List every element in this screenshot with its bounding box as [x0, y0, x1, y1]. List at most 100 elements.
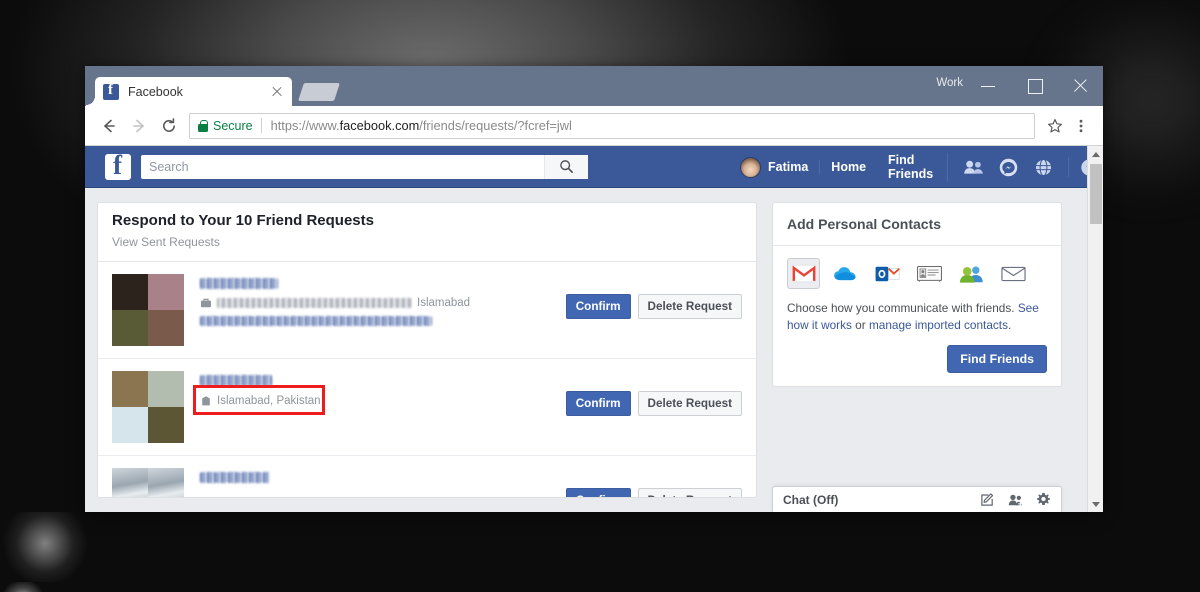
scroll-down-arrow[interactable]	[1088, 496, 1103, 512]
location-text: Islamabad	[417, 297, 471, 309]
tab-title: Facebook	[128, 84, 183, 99]
friend-requests-card: Respond to Your 10 Friend Requests View …	[97, 202, 757, 498]
page-title: Respond to Your 10 Friend Requests	[112, 212, 374, 229]
messenger-icon[interactable]	[998, 157, 1019, 178]
search-input[interactable]	[141, 159, 544, 174]
chat-bar[interactable]: Chat (Off)	[772, 486, 1062, 512]
lock-icon	[198, 119, 208, 132]
address-bar[interactable]: Secure https://www.facebook.com/friends/…	[189, 112, 1035, 139]
friend-name-redacted[interactable]	[200, 375, 272, 386]
navbar-right: Fatima Home Find Friends	[740, 146, 1103, 188]
divider	[260, 118, 262, 133]
service-icons	[787, 258, 1047, 289]
user-name[interactable]: Fatima	[768, 160, 821, 174]
sidebar-body: Choose how you communicate with friends.…	[773, 246, 1061, 386]
add-personal-contacts-card: Add Personal Contacts Choose how you com…	[772, 202, 1062, 387]
forward-icon	[124, 111, 154, 141]
delete-request-button[interactable]: Delete Request	[637, 294, 742, 320]
window-controls	[965, 66, 1103, 106]
close-window-button[interactable]	[1057, 66, 1103, 106]
mutual-friends-redacted	[200, 316, 432, 326]
notifications-globe-icon[interactable]	[1033, 157, 1054, 178]
search-box[interactable]	[141, 154, 588, 179]
scroll-thumb[interactable]	[1090, 164, 1102, 224]
add-people-icon[interactable]	[1008, 492, 1023, 507]
description-text-1: Choose how you communicate with friends.	[787, 301, 1018, 315]
page-viewport: Fatima Home Find Friends	[85, 146, 1103, 512]
manage-imported-contacts-link[interactable]: manage imported contacts	[869, 318, 1008, 332]
scroll-up-arrow[interactable]	[1088, 146, 1103, 162]
gear-icon[interactable]	[1036, 492, 1051, 507]
request-actions: Confirm Delete Request	[565, 488, 742, 497]
facebook-logo[interactable]	[105, 150, 131, 181]
profile-photo[interactable]	[112, 274, 184, 346]
star-icon[interactable]	[1042, 113, 1068, 139]
sidebar-description: Choose how you communicate with friends.…	[787, 300, 1047, 334]
navbar-icons	[963, 157, 1054, 178]
page-content: Respond to Your 10 Friend Requests View …	[85, 188, 1103, 512]
workplace-redacted	[217, 298, 412, 308]
browser-toolbar: Secure https://www.facebook.com/friends/…	[85, 106, 1103, 146]
description-text-3: .	[1007, 317, 1012, 332]
contacts-card-icon[interactable]	[913, 258, 946, 289]
close-tab-icon[interactable]	[270, 85, 284, 99]
messenger-people-icon[interactable]	[955, 258, 988, 289]
gmail-icon[interactable]	[787, 258, 820, 289]
url-path: /friends/requests/?fcref=jwl	[419, 118, 572, 133]
minimize-button[interactable]	[965, 66, 1011, 106]
avatar[interactable]	[740, 156, 761, 178]
profile-label[interactable]: Work	[936, 77, 963, 89]
nav-home[interactable]: Home	[820, 160, 877, 174]
sidebar-title: Add Personal Contacts	[773, 203, 1061, 246]
friend-request-row: Islamabad, Pakistan Confirm Delete Reque…	[98, 359, 756, 456]
outlook-icon[interactable]	[871, 258, 904, 289]
new-tab-button[interactable]	[298, 83, 340, 101]
profile-photo[interactable]	[112, 371, 184, 443]
friend-requests-icon[interactable]	[963, 157, 984, 178]
browser-titlebar[interactable]: Facebook Work	[85, 66, 1103, 106]
chat-label: Chat (Off)	[783, 492, 839, 507]
maximize-button[interactable]	[1011, 66, 1057, 106]
delete-request-button[interactable]: Delete Request	[637, 488, 742, 497]
facebook-icon	[103, 82, 119, 100]
sidebar: Add Personal Contacts Choose how you com…	[772, 202, 1062, 512]
location-line: Islamabad, Pakistan	[200, 395, 566, 407]
friend-name-redacted[interactable]	[200, 472, 270, 483]
nav-find-friends[interactable]: Find Friends	[877, 153, 948, 181]
find-friends-button[interactable]: Find Friends	[947, 344, 1047, 373]
divider	[1067, 157, 1069, 177]
work-line: Islamabad	[200, 297, 566, 309]
kebab-menu-icon[interactable]	[1068, 113, 1094, 139]
sidebar-actions: Find Friends	[787, 344, 1047, 373]
browser-window: Facebook Work	[85, 66, 1103, 512]
request-actions: Confirm Delete Request	[565, 391, 742, 417]
work-icon	[201, 298, 211, 308]
friend-name-redacted[interactable]	[200, 278, 278, 289]
facebook-navbar: Fatima Home Find Friends	[85, 146, 1103, 188]
other-email-icon[interactable]	[997, 258, 1030, 289]
reload-icon[interactable]	[154, 111, 184, 141]
back-icon[interactable]	[94, 111, 124, 141]
compose-icon[interactable]	[980, 492, 995, 507]
chat-icons	[980, 492, 1051, 507]
search-icon[interactable]	[544, 154, 588, 179]
onedrive-cloud-icon[interactable]	[829, 258, 862, 289]
view-sent-requests-link[interactable]: View Sent Requests	[112, 235, 220, 249]
confirm-button[interactable]: Confirm	[565, 294, 631, 320]
request-info	[200, 468, 566, 483]
request-actions: Confirm Delete Request	[565, 294, 742, 320]
delete-request-button[interactable]: Delete Request	[637, 391, 742, 417]
profile-photo[interactable]	[112, 468, 184, 497]
vertical-scrollbar[interactable]	[1087, 146, 1103, 512]
friend-request-row: Confirm Delete Request	[98, 456, 756, 497]
confirm-button[interactable]: Confirm	[565, 391, 631, 417]
friend-request-row: Islamabad Confirm Delete Request	[98, 262, 756, 359]
url-scheme: https://www.	[270, 118, 340, 133]
card-header: Respond to Your 10 Friend Requests View …	[98, 203, 756, 262]
confirm-button[interactable]: Confirm	[565, 488, 631, 497]
browser-tab[interactable]: Facebook	[86, 77, 292, 106]
url-host: facebook.com	[339, 118, 420, 133]
url-text: https://www.facebook.com/friends/request…	[271, 118, 572, 133]
location-text: Islamabad, Pakistan	[217, 395, 321, 407]
home-icon	[202, 396, 210, 406]
